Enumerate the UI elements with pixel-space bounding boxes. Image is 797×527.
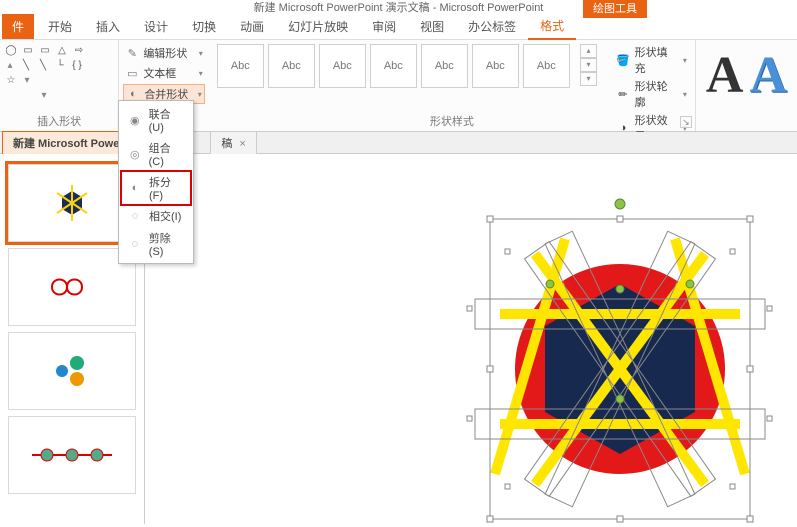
merge-intersect-label: 相交(I) (149, 208, 181, 224)
shape-arrow-icon[interactable]: ⇨ (72, 44, 86, 56)
shape-fill-label: 形状填充 (635, 44, 677, 76)
shape-fill-button[interactable]: 🪣 形状填充 ▾ (615, 44, 687, 76)
shape-styles-launcher[interactable]: ↘ (680, 116, 692, 128)
shape-triangle-icon[interactable]: △ (55, 44, 69, 56)
shapes-gallery[interactable]: ◯ ▭ ▭ △ ⇨ ▴ ╲ ╲ └ { } ☆ ▾ ▾ (4, 44, 90, 101)
slide-thumb-1[interactable] (8, 164, 136, 242)
chevron-down-icon: ▾ (683, 56, 687, 65)
window-title: 新建 Microsoft PowerPoint 演示文稿 - Microsoft… (254, 0, 544, 15)
text-box-button[interactable]: ▭ 文本框 ▾ (123, 64, 204, 82)
combine-icon: ◎ (127, 146, 143, 162)
tab-review[interactable]: 审阅 (360, 14, 408, 39)
doc-tab-label: 新建 Microsoft Powe (13, 138, 119, 150)
style-swatch-1[interactable]: Abc (217, 44, 264, 88)
fill-bucket-icon: 🪣 (615, 52, 630, 68)
shape-outline-button[interactable]: ✏ 形状轮廓 ▾ (615, 78, 687, 110)
group-label-insert-shapes: 插入形状 (0, 111, 118, 131)
gallery-more-icon[interactable]: ▾ (38, 89, 50, 101)
merge-subtract-label: 剪除(S) (149, 230, 185, 258)
merge-combine-label: 组合(C) (149, 140, 185, 168)
selected-shapes[interactable] (405, 194, 797, 524)
shape-connector-icon[interactable]: └ (53, 59, 67, 71)
edit-shape-label: 编辑形状 (143, 45, 187, 61)
shape-line-icon[interactable]: ╲ (19, 59, 33, 71)
subtract-icon: ◌ (127, 236, 143, 252)
style-swatch-3[interactable]: Abc (319, 44, 366, 88)
merge-fragment-label: 拆分(F) (149, 174, 185, 202)
chevron-down-icon: ▾ (683, 90, 687, 99)
tab-transitions[interactable]: 切换 (180, 14, 228, 39)
styles-up-icon[interactable]: ▴ (580, 44, 597, 58)
merge-fragment[interactable]: ◐ 拆分(F) (121, 171, 191, 205)
merge-subtract[interactable]: ◌ 剪除(S) (121, 227, 191, 261)
chevron-down-icon: ▾ (199, 69, 203, 78)
shape-star-icon[interactable]: ☆ (4, 74, 18, 86)
doc-tab-label-2: 稿 (221, 138, 232, 150)
wordart-style-a2[interactable]: A (749, 46, 787, 105)
edit-shape-icon: ✎ (125, 46, 139, 60)
tab-format[interactable]: 格式 (528, 13, 576, 40)
styles-gallery-more[interactable]: ▴ ▾ ▾ (580, 44, 597, 86)
intersect-icon: ◌ (127, 208, 143, 224)
style-swatch-4[interactable]: Abc (370, 44, 417, 88)
style-swatch-7[interactable]: Abc (523, 44, 570, 88)
merge-union-label: 联合(U) (149, 106, 185, 134)
group-wordart: A A (696, 40, 797, 131)
shape-rect2-icon[interactable]: ▭ (38, 44, 52, 56)
tab-office[interactable]: 办公标签 (456, 14, 528, 39)
slide-canvas[interactable] (145, 154, 797, 524)
styles-more-icon[interactable]: ▾ (580, 72, 597, 86)
style-swatch-5[interactable]: Abc (421, 44, 468, 88)
gallery-up-icon[interactable]: ▴ (4, 59, 16, 71)
tab-home[interactable]: 开始 (36, 14, 84, 39)
document-tab-active[interactable]: 新建 Microsoft Powe (2, 131, 130, 154)
style-swatch-2[interactable]: Abc (268, 44, 315, 88)
styles-down-icon[interactable]: ▾ (580, 58, 597, 72)
shape-rect-icon[interactable]: ▭ (21, 44, 35, 56)
group-shape-styles: Abc Abc Abc Abc Abc Abc Abc ▴ ▾ ▾ 🪣 形状填充… (209, 40, 696, 131)
merge-combine[interactable]: ◎ 组合(C) (121, 137, 191, 171)
slide-thumb-3[interactable] (8, 332, 136, 410)
fragment-icon: ◐ (127, 180, 143, 196)
chevron-down-icon: ▾ (199, 49, 203, 58)
tab-insert[interactable]: 插入 (84, 14, 132, 39)
style-swatch-6[interactable]: Abc (472, 44, 519, 88)
shape-outline-label: 形状轮廓 (635, 78, 677, 110)
edit-shape-button[interactable]: ✎ 编辑形状 ▾ (123, 44, 204, 62)
merge-shapes-menu: ◉ 联合(U) ◎ 组合(C) ◐ 拆分(F) ◌ 相交(I) ◌ 剪除(S) (118, 100, 194, 264)
wordart-style-a1[interactable]: A (706, 46, 744, 105)
merge-intersect[interactable]: ◌ 相交(I) (121, 205, 191, 227)
outline-pen-icon: ✏ (615, 86, 630, 102)
context-tab-drawing-tools: 绘图工具 (583, 0, 647, 18)
tab-slideshow[interactable]: 幻灯片放映 (276, 14, 360, 39)
document-tab-inactive[interactable]: 稿 × (210, 131, 257, 154)
file-tab[interactable]: 件 (2, 14, 34, 39)
gallery-down-icon[interactable]: ▾ (21, 74, 33, 86)
union-icon: ◉ (127, 112, 143, 128)
text-box-icon: ▭ (125, 66, 139, 80)
slide-thumb-4[interactable] (8, 416, 136, 494)
group-label-shape-styles: 形状样式 (209, 111, 695, 131)
tab-design[interactable]: 设计 (132, 14, 180, 39)
close-icon[interactable]: × (239, 138, 245, 150)
merge-shapes-icon: ◐ (126, 87, 140, 101)
shape-line2-icon[interactable]: ╲ (36, 59, 50, 71)
ribbon-tabs: 件 开始 插入 设计 切换 动画 幻灯片放映 审阅 视图 办公标签 格式 (0, 14, 797, 40)
tab-animations[interactable]: 动画 (228, 14, 276, 39)
group-insert-shapes: ◯ ▭ ▭ △ ⇨ ▴ ╲ ╲ └ { } ☆ ▾ ▾ 插入形状 (0, 40, 119, 131)
text-box-label: 文本框 (143, 65, 176, 81)
shape-oval-icon[interactable]: ◯ (4, 44, 18, 56)
tab-view[interactable]: 视图 (408, 14, 456, 39)
slide-thumb-2[interactable] (8, 248, 136, 326)
shape-styles-gallery[interactable]: Abc Abc Abc Abc Abc Abc Abc (217, 44, 570, 88)
merge-union[interactable]: ◉ 联合(U) (121, 103, 191, 137)
chevron-down-icon: ▾ (198, 90, 202, 99)
shape-brace-icon[interactable]: { } (70, 59, 84, 71)
